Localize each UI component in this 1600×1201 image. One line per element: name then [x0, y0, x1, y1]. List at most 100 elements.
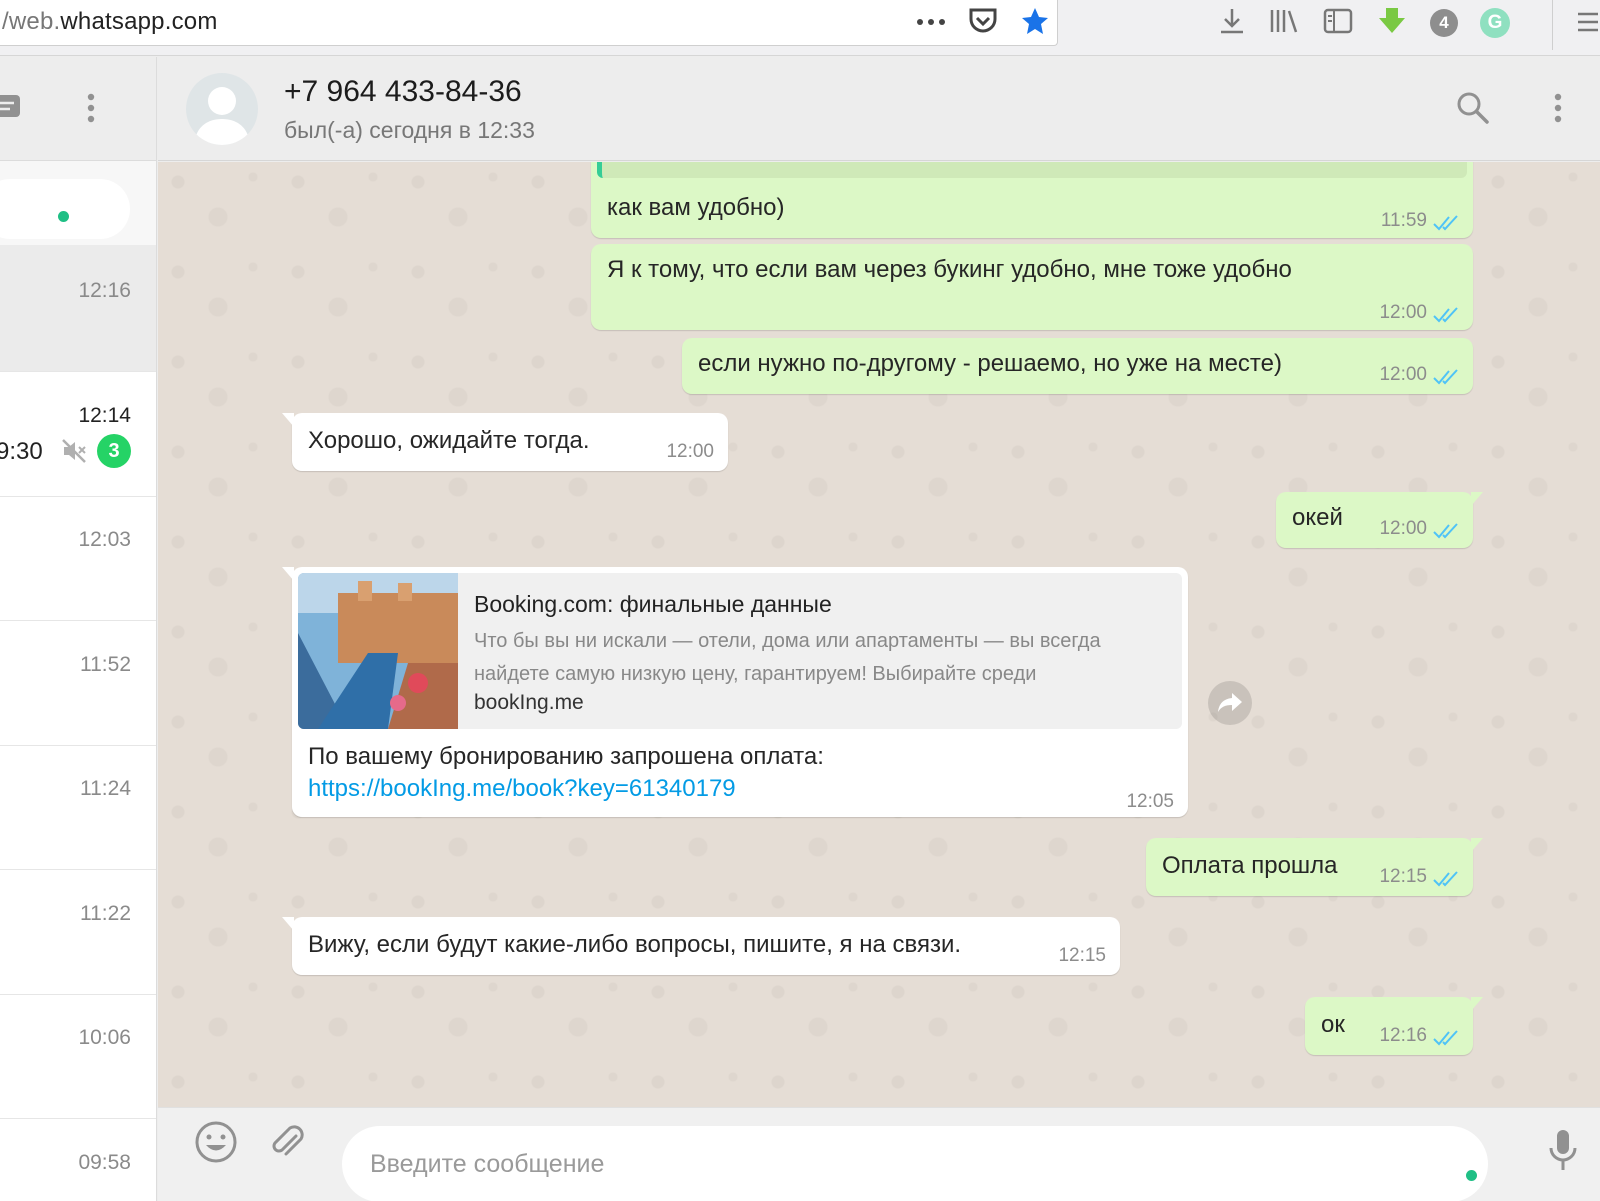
message-time: 12:00: [1379, 302, 1427, 323]
message-bubble-out[interactable]: Оплата прошла 12:15: [1146, 838, 1483, 896]
link-preview-card[interactable]: Booking.com: финальные данные Что бы вы …: [298, 573, 1182, 729]
sidebar-header: [0, 57, 156, 161]
chat-time: 12:16: [78, 279, 131, 302]
message-bubble-in[interactable]: Хорошо, ожидайте тогда. 12:00: [282, 413, 728, 471]
new-chat-icon[interactable]: [0, 93, 24, 126]
message-text: Вижу, если будут какие-либо вопросы, пиш…: [308, 931, 962, 958]
message-bubble-out[interactable]: окей 12:00: [1276, 492, 1483, 548]
link-preview-image: [298, 573, 458, 729]
unread-count-badge: 3: [97, 433, 131, 468]
search-icon[interactable]: [1456, 91, 1490, 130]
message-bubble-in[interactable]: Вижу, если будут какие-либо вопросы, пиш…: [282, 917, 1120, 975]
chat-time: 11:52: [80, 652, 131, 676]
message-text: Я к тому, что если вам через букинг удоб…: [607, 256, 1292, 283]
contact-name[interactable]: +7 964 433-84-36: [284, 75, 522, 109]
chat-time: 10:06: [78, 1026, 131, 1049]
link-preview-description: Что бы вы ни искали — отели, дома или ап…: [474, 630, 1101, 685]
chat-list-item[interactable]: 12:03: [0, 494, 156, 621]
microphone-icon[interactable]: [1548, 1128, 1578, 1177]
message-text: как вам удобно): [607, 194, 785, 221]
message-bubble-out[interactable]: как вам удобно) 11:59: [591, 162, 1473, 238]
message-time: 12:15: [1379, 866, 1427, 887]
message-input[interactable]: [342, 1126, 1488, 1201]
url-text: /web.whatsapp.com: [2, 8, 218, 35]
search-status-dot: [58, 211, 69, 222]
message-text: ок: [1321, 1011, 1345, 1038]
chat-menu-icon[interactable]: [1554, 93, 1562, 128]
double-check-icon: [1433, 302, 1459, 330]
chat-list-item[interactable]: 12:14 9:30 3: [0, 370, 156, 497]
message-bubble-out[interactable]: Я к тому, что если вам через букинг удоб…: [591, 244, 1473, 330]
double-check-icon: [1433, 1025, 1459, 1053]
message-time: 12:00: [1379, 364, 1427, 385]
message-bubble-in-link-preview[interactable]: Booking.com: финальные данные Что бы вы …: [282, 567, 1188, 817]
bubble-tail: [282, 917, 294, 931]
forward-icon: [1218, 693, 1242, 712]
toolbar-separator: [1552, 0, 1553, 50]
message-time: 12:16: [1379, 1025, 1427, 1046]
address-bar[interactable]: /web.whatsapp.com: [0, 0, 1058, 46]
message-text: если нужно по-другому - решаемо, но уже …: [698, 350, 1282, 377]
bubble-tail: [282, 413, 294, 427]
bubble-tail: [1471, 997, 1483, 1011]
chat-time: 12:03: [78, 528, 131, 551]
message-time: 12:15: [1058, 945, 1106, 966]
double-check-icon: [1433, 866, 1459, 894]
chat-list-item[interactable]: 11:52: [0, 619, 156, 746]
attach-icon[interactable]: [266, 1122, 306, 1167]
chat-list-item[interactable]: 11:22: [0, 868, 156, 995]
quoted-message-bar: [597, 162, 1467, 178]
input-status-dot: [1466, 1170, 1477, 1181]
contact-last-seen: был(-а) сегодня в 12:33: [284, 117, 535, 143]
message-bubble-out[interactable]: ок 12:16: [1305, 997, 1483, 1055]
chat-time: 11:24: [80, 777, 131, 800]
chat-time: 11:22: [80, 901, 131, 925]
badge-icon[interactable]: 4: [1430, 9, 1458, 37]
chat-list-sidebar: 12:16 12:14 9:30 3 12:03 11:52 11:24 11:22 10:06…: [0, 57, 157, 1201]
message-time: 12:05: [1126, 791, 1174, 812]
message-text: Оплата прошла: [1162, 852, 1338, 879]
chat-list-item[interactable]: 11:24: [0, 743, 156, 870]
muted-icon: [61, 438, 87, 469]
message-time: 11:59: [1380, 210, 1427, 231]
pocket-icon[interactable]: [968, 7, 998, 40]
message-time: 12:00: [1379, 518, 1427, 539]
message-time: 12:00: [666, 441, 714, 462]
bookmark-star-icon[interactable]: [1020, 6, 1050, 41]
chat-list-item[interactable]: 09:58: [0, 1117, 156, 1201]
grammarly-icon[interactable]: G: [1480, 8, 1510, 38]
double-check-icon: [1433, 364, 1459, 392]
download-icon[interactable]: [1218, 6, 1246, 41]
emoji-icon[interactable]: [194, 1120, 238, 1169]
message-pane: как вам удобно) 11:59 Я к тому, что если…: [158, 162, 1600, 1107]
sidebar-menu-icon[interactable]: [87, 93, 95, 128]
double-check-icon: [1433, 210, 1459, 238]
reader-icon[interactable]: [1322, 6, 1354, 41]
message-text: По вашему бронированию запрошена оплата:: [308, 743, 824, 770]
library-icon[interactable]: [1268, 6, 1300, 41]
message-text: Хорошо, ожидайте тогда.: [308, 427, 590, 454]
chat-time: 09:58: [78, 1150, 131, 1174]
chat-list-item[interactable]: 10:06: [0, 992, 156, 1119]
menu-icon[interactable]: [1576, 10, 1600, 39]
browser-toolbar: /web.whatsapp.com 4 G: [0, 0, 1600, 56]
message-link[interactable]: https://bookIng.me/book?key=61340179: [308, 775, 736, 803]
bubble-tail: [282, 567, 294, 581]
bubble-tail: [1471, 838, 1483, 852]
more-icon[interactable]: [916, 14, 946, 32]
message-text: окей: [1292, 504, 1343, 531]
link-preview-domain: bookIng.me: [474, 691, 584, 714]
chat-list-item[interactable]: 12:16: [0, 245, 156, 372]
chat-time: 12:14: [78, 403, 131, 427]
bubble-tail: [1471, 492, 1483, 506]
search-chats-input[interactable]: [0, 179, 130, 239]
chat-preview-fragment: 9:30: [0, 437, 43, 465]
double-check-icon: [1433, 518, 1459, 546]
message-bubble-out[interactable]: если нужно по-другому - решаемо, но уже …: [682, 338, 1473, 394]
extension-arrow-icon[interactable]: [1376, 6, 1408, 41]
avatar[interactable]: [186, 73, 258, 145]
chat-header: +7 964 433-84-36 был(-а) сегодня в 12:33: [158, 57, 1600, 161]
link-preview-title: Booking.com: финальные данные: [474, 591, 832, 617]
message-composer: [158, 1107, 1600, 1201]
forward-button[interactable]: [1208, 681, 1252, 725]
